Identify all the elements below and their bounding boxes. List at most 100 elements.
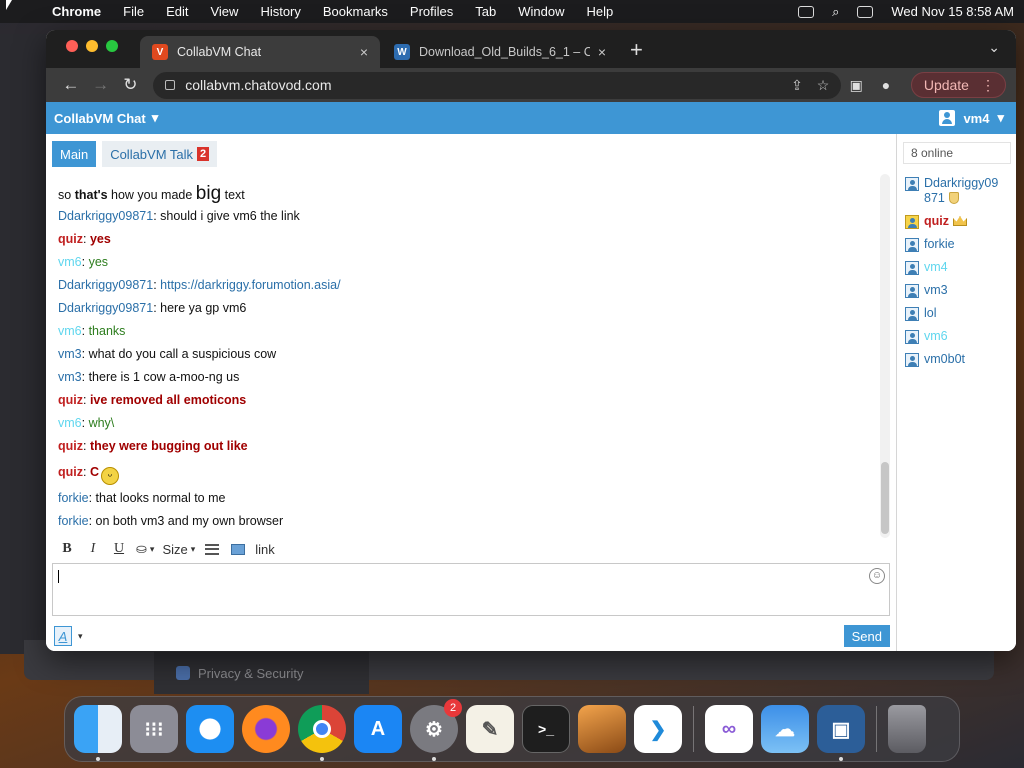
side-panel-icon[interactable]: ▣: [841, 77, 871, 94]
garageband-icon[interactable]: [578, 705, 626, 753]
close-tab-icon[interactable]: ×: [360, 44, 368, 60]
message-author[interactable]: vm6: [58, 416, 82, 430]
chevron-down-icon[interactable]: ▾: [78, 631, 83, 642]
minimize-window-button[interactable]: [86, 40, 98, 52]
weather-icon[interactable]: ☁: [761, 705, 809, 753]
textedit-icon[interactable]: ✎: [466, 705, 514, 753]
message-text: here ya gp vm6: [160, 301, 247, 315]
visual-studio-icon[interactable]: ∞: [705, 705, 753, 753]
chrome-menu-icon[interactable]: ⋮: [981, 77, 995, 94]
message-row: forkie: on both vm3 and my own browser: [58, 514, 284, 528]
message-author[interactable]: Ddarkriggy09871: [58, 209, 153, 223]
chrome-icon[interactable]: [298, 705, 346, 761]
trash-icon[interactable]: [888, 705, 926, 753]
menu-tab[interactable]: Tab: [475, 4, 496, 19]
user-row[interactable]: forkie: [905, 237, 1015, 252]
url-text[interactable]: collabvm.chatovod.com: [185, 77, 777, 93]
vscode-icon[interactable]: ❯: [634, 705, 682, 753]
message-author[interactable]: vm3: [58, 347, 82, 361]
user-row[interactable]: vm4: [905, 260, 1015, 275]
message-author[interactable]: vm3: [58, 370, 82, 384]
user-menu[interactable]: vm4 ▾: [939, 110, 1004, 126]
user-row[interactable]: vm0b0t: [905, 352, 1015, 367]
user-icon: [905, 238, 919, 252]
message-author[interactable]: quiz: [58, 439, 83, 453]
message-author[interactable]: forkie: [58, 491, 89, 505]
message-author[interactable]: quiz: [58, 465, 83, 479]
list-button[interactable]: [199, 538, 225, 560]
link-button[interactable]: link: [251, 538, 279, 560]
message-author[interactable]: quiz: [58, 232, 83, 246]
screen-mirroring-icon[interactable]: [798, 5, 815, 18]
message-text: thanks: [88, 324, 126, 338]
user-row[interactable]: Ddarkriggy09871: [905, 176, 1015, 206]
message-author[interactable]: Ddarkriggy09871: [58, 301, 153, 315]
user-row[interactable]: vm6: [905, 329, 1015, 344]
image-button[interactable]: [225, 538, 251, 560]
message-scrollbar[interactable]: [880, 174, 890, 538]
site-info-icon[interactable]: [165, 80, 176, 90]
text-color-button[interactable]: ⛀ ▾: [132, 538, 158, 560]
new-tab-button[interactable]: +: [630, 37, 643, 63]
reload-icon[interactable]: ↻: [115, 75, 145, 95]
firefox-icon[interactable]: [242, 705, 290, 753]
tab-download-old-builds[interactable]: W Download_Old_Builds_6_1 – C ×: [382, 36, 618, 68]
message-author[interactable]: quiz: [58, 393, 83, 407]
message-author[interactable]: vm6: [58, 255, 82, 269]
user-row[interactable]: quiz: [905, 214, 1015, 229]
menu-file[interactable]: File: [123, 4, 144, 19]
user-row[interactable]: lol: [905, 306, 1015, 321]
message-link[interactable]: https://darkriggy.forumotion.asia/: [160, 278, 340, 292]
message-author[interactable]: Ddarkriggy09871: [58, 278, 153, 292]
back-icon[interactable]: ←: [56, 75, 86, 95]
terminal-icon[interactable]: >_: [522, 705, 570, 753]
scrollbar-thumb[interactable]: [881, 462, 889, 534]
virtualbox-icon[interactable]: ▣: [817, 705, 865, 761]
tab-collabvm-chat[interactable]: V CollabVM Chat ×: [140, 36, 380, 68]
user-row[interactable]: vm3: [905, 283, 1015, 298]
font-style-button[interactable]: A: [54, 626, 72, 646]
message-author[interactable]: forkie: [58, 514, 89, 528]
menu-profiles[interactable]: Profiles: [410, 4, 453, 19]
message-text: that looks normal to me: [95, 491, 226, 505]
zoom-window-button[interactable]: [106, 40, 118, 52]
collabvm-page: CollabVM Chat ▾ vm4 ▾ Main CollabVM Talk…: [46, 102, 1016, 651]
message-list: so that's how you made big text Ddarkrig…: [58, 182, 878, 533]
tab-search-icon[interactable]: ⌄: [988, 39, 1000, 56]
menu-bookmarks[interactable]: Bookmarks: [323, 4, 388, 19]
size-dropdown[interactable]: Size ▾: [158, 538, 199, 560]
app-store-icon[interactable]: A: [354, 705, 402, 753]
share-icon[interactable]: ⇪: [791, 77, 803, 94]
spotlight-search-icon[interactable]: ⌕: [832, 4, 839, 20]
emoji-picker-icon[interactable]: ☺: [869, 568, 885, 584]
safari-icon[interactable]: [186, 705, 234, 753]
update-button[interactable]: Update ⋮: [910, 72, 1006, 98]
menu-window[interactable]: Window: [518, 4, 564, 19]
menubar-clock[interactable]: Wed Nov 15 8:58 AM: [891, 4, 1014, 19]
underline-button[interactable]: U: [106, 538, 132, 560]
menu-help[interactable]: Help: [587, 4, 614, 19]
address-bar[interactable]: collabvm.chatovod.com ⇪ ☆: [153, 71, 842, 99]
close-tab-icon[interactable]: ×: [598, 44, 606, 60]
tab-main[interactable]: Main: [52, 141, 97, 167]
close-window-button[interactable]: [66, 40, 78, 52]
bookmark-star-icon[interactable]: ☆: [817, 77, 830, 94]
menu-history[interactable]: History: [260, 4, 300, 19]
tab-collabvm-talk[interactable]: CollabVM Talk 2: [102, 141, 218, 167]
browser-toolbar: ← → ↻ collabvm.chatovod.com ⇪ ☆ ▣ ● Upda…: [46, 68, 1016, 102]
chat-title-dropdown[interactable]: CollabVM Chat ▾: [54, 110, 158, 126]
forward-icon[interactable]: →: [86, 75, 116, 95]
send-button[interactable]: Send: [843, 625, 890, 647]
profile-icon[interactable]: ●: [871, 77, 901, 93]
italic-button[interactable]: I: [80, 538, 106, 560]
finder-icon[interactable]: [74, 705, 122, 761]
control-center-icon[interactable]: [857, 5, 874, 18]
menu-edit[interactable]: Edit: [166, 4, 188, 19]
launchpad-icon[interactable]: ⁝⁝⁝: [130, 705, 178, 753]
message-input[interactable]: ☺: [52, 563, 890, 616]
system-settings-icon[interactable]: ⚙ 2: [410, 699, 462, 761]
message-author[interactable]: vm6: [58, 324, 82, 338]
menu-app-name[interactable]: Chrome: [52, 4, 101, 19]
menu-view[interactable]: View: [210, 4, 238, 19]
bold-button[interactable]: B: [54, 538, 80, 560]
